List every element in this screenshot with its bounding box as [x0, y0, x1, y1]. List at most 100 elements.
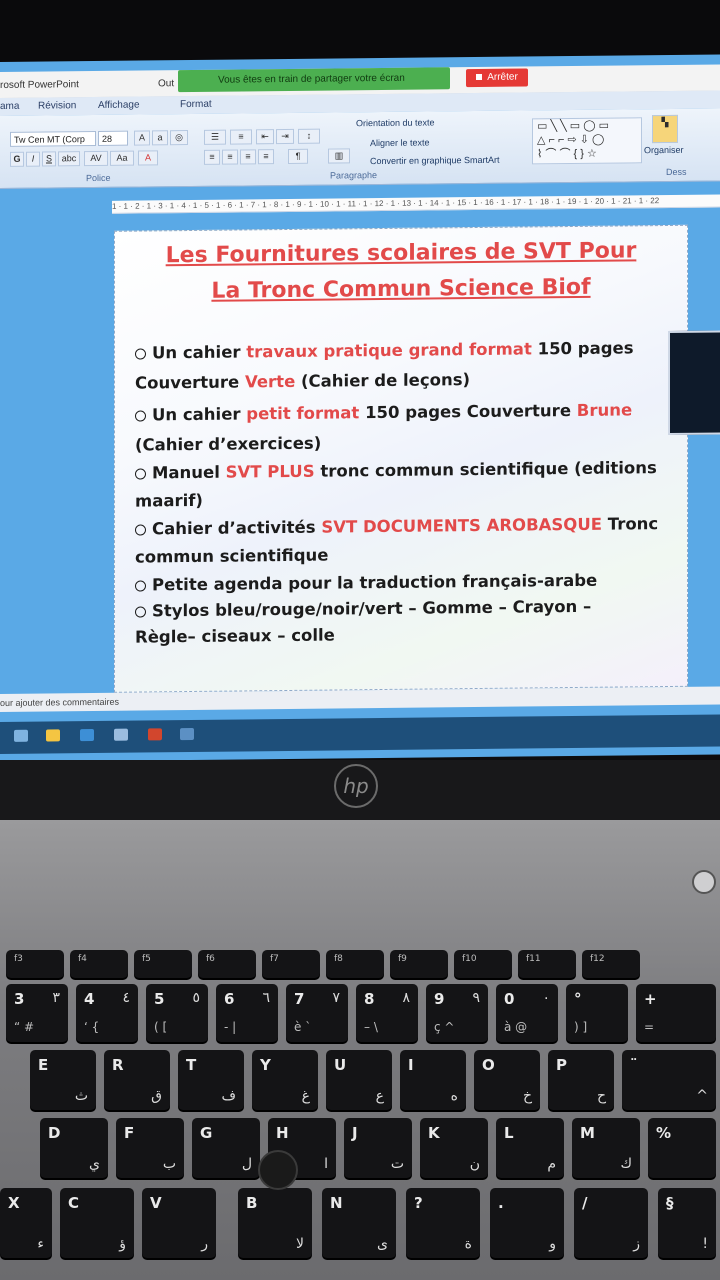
slide-canvas[interactable]: Les Fournitures scolaires de SVT Pour La… — [114, 224, 688, 693]
folder-icon[interactable] — [46, 729, 60, 742]
char-spacing-icon[interactable]: AV — [84, 150, 108, 167]
key-f9[interactable]: f9 — [390, 950, 448, 978]
key-c[interactable]: Cؤ — [60, 1188, 134, 1258]
shapes-gallery[interactable]: ▭ ╲ ╲ ▭ ◯ ▭ △ ⌐ ⌐ ⇨ ⇩ ◯ ⌇ ⌒ ⌒ { } ☆ — [532, 117, 642, 165]
key-8[interactable]: 8 ٨– \ — [356, 984, 418, 1042]
mail-icon[interactable] — [80, 729, 94, 742]
power-button[interactable] — [692, 870, 716, 894]
list-item: Cahier d’activités SVT DOCUMENTS AROBASQ… — [135, 514, 658, 538]
key-f8[interactable]: f8 — [326, 950, 384, 978]
key-section[interactable]: §! — [658, 1188, 716, 1258]
align-text-button[interactable]: Aligner le texte — [370, 138, 430, 149]
change-case-icon[interactable]: Aa — [110, 150, 134, 166]
align-left-icon[interactable]: ≡ — [204, 149, 220, 165]
key-o[interactable]: Oخ — [474, 1050, 540, 1110]
key-f3[interactable]: f3 — [6, 950, 64, 978]
key-percent[interactable]: % — [648, 1118, 716, 1178]
key-f6[interactable]: f6 — [198, 950, 256, 978]
text-direction-icon[interactable]: ¶ — [288, 148, 308, 164]
clear-format-icon[interactable]: ◎ — [170, 130, 188, 146]
key-f12[interactable]: f12 — [582, 950, 640, 978]
key-e[interactable]: Eث — [30, 1050, 96, 1110]
taskbar-app-icon[interactable] — [114, 728, 128, 741]
key-plus[interactable]: + = — [636, 984, 716, 1042]
grow-font-icon[interactable]: A — [134, 130, 150, 146]
key-semicolon[interactable]: .و — [490, 1188, 564, 1258]
italic-icon[interactable]: I — [26, 151, 40, 167]
increase-indent-icon[interactable]: ⇥ — [276, 128, 294, 145]
group-paragraphe-label: Paragraphe — [330, 170, 378, 181]
key-u[interactable]: Uع — [326, 1050, 392, 1110]
key-9[interactable]: 9٩ç ^ — [426, 984, 488, 1042]
key-f10[interactable]: f10 — [454, 950, 512, 978]
key-4[interactable]: 4 ٤ ‘ { — [76, 984, 138, 1042]
stop-label: Arrêter — [487, 71, 518, 83]
key-g[interactable]: Gل — [192, 1118, 260, 1178]
key-3[interactable]: 3 ٣ “ # — [6, 984, 68, 1042]
key-i[interactable]: Iه — [400, 1050, 466, 1110]
app-title: rosoft PowerPoint — [0, 79, 79, 91]
key-degree[interactable]: °) ] — [566, 984, 628, 1042]
font-color-icon[interactable]: A — [138, 150, 158, 166]
video-thumbnail[interactable] — [668, 330, 720, 436]
stop-sharing-button[interactable]: Arrêter — [466, 68, 528, 88]
underline-icon[interactable]: S — [42, 151, 56, 167]
font-name-select[interactable]: Tw Cen MT (Corp — [10, 130, 96, 147]
font-size-select[interactable]: 28 — [98, 130, 128, 146]
justify-icon[interactable]: ≡ — [258, 149, 274, 165]
key-f4[interactable]: f4 — [70, 950, 128, 978]
align-right-icon[interactable]: ≡ — [240, 149, 256, 165]
decrease-indent-icon[interactable]: ⇤ — [256, 129, 274, 145]
line-spacing-icon[interactable]: ↕ — [298, 128, 320, 144]
organiser-button[interactable]: Organiser — [644, 145, 684, 155]
key-comma[interactable]: ? ة — [406, 1188, 480, 1258]
text-orientation-button[interactable]: Orientation du texte — [356, 117, 435, 128]
key-f7[interactable]: f7 — [262, 950, 320, 978]
key-f[interactable]: Fب — [116, 1118, 184, 1178]
key-0[interactable]: 0٠à @ — [496, 984, 558, 1042]
shrink-font-icon[interactable]: a — [152, 130, 168, 146]
bullet-icon — [135, 524, 146, 536]
tab-revision[interactable]: Révision — [38, 100, 76, 111]
key-6[interactable]: 6٦- | — [216, 984, 278, 1042]
numbering-icon[interactable]: ≡ — [230, 129, 252, 145]
key-k[interactable]: Kن — [420, 1118, 488, 1178]
taskbar-app-icon[interactable] — [14, 729, 28, 742]
key-r[interactable]: Rق — [104, 1050, 170, 1110]
key-m[interactable]: Mك — [572, 1118, 640, 1178]
key-l[interactable]: Lم — [496, 1118, 564, 1178]
key-x[interactable]: Xء — [0, 1188, 52, 1258]
key-7[interactable]: 7٧è ` — [286, 984, 348, 1042]
key-f5[interactable]: f5 — [134, 950, 192, 978]
key-n[interactable]: Nى — [322, 1188, 396, 1258]
key-colon[interactable]: / ز — [574, 1188, 648, 1258]
strikethrough-icon[interactable]: abc — [58, 151, 80, 167]
key-5[interactable]: 5 ٥( [ — [146, 984, 208, 1042]
list-item: Couverture Verte (Cahier de leçons) — [135, 370, 471, 393]
key-t[interactable]: Tف — [178, 1050, 244, 1110]
bullets-icon[interactable]: ☰ — [204, 129, 226, 145]
key-y[interactable]: Yغ — [252, 1050, 318, 1110]
outlook-tab-partial[interactable]: Out — [158, 78, 174, 89]
key-b[interactable]: B لا — [238, 1188, 312, 1258]
align-center-icon[interactable]: ≡ — [222, 149, 238, 165]
columns-icon[interactable]: ▥ — [328, 148, 350, 164]
tab-diaporama[interactable]: ama — [0, 101, 19, 112]
key-p[interactable]: Pح — [548, 1050, 614, 1110]
convert-smartart-button[interactable]: Convertir en graphique SmartArt — [370, 155, 500, 166]
slide-title-line-1: Les Fournitures scolaires de SVT Pour — [165, 238, 637, 269]
bold-icon[interactable]: G — [10, 151, 24, 167]
arrange-icon[interactable]: ▚ — [652, 114, 678, 144]
key-j[interactable]: Jت — [344, 1118, 412, 1178]
tab-affichage[interactable]: Affichage — [98, 100, 140, 111]
taskbar-app-icon[interactable] — [180, 727, 194, 741]
notes-pane[interactable]: our ajouter des commentaires — [0, 686, 720, 712]
bullet-icon — [135, 410, 146, 422]
key-d[interactable]: Dي — [40, 1118, 108, 1178]
key-f11[interactable]: f11 — [518, 950, 576, 978]
key-tréma[interactable]: ¨ ^ — [622, 1050, 716, 1110]
tab-format[interactable]: Format — [180, 99, 212, 110]
key-v[interactable]: Vر — [142, 1188, 216, 1258]
trackpoint[interactable] — [258, 1150, 298, 1190]
powerpoint-icon[interactable] — [148, 728, 162, 741]
